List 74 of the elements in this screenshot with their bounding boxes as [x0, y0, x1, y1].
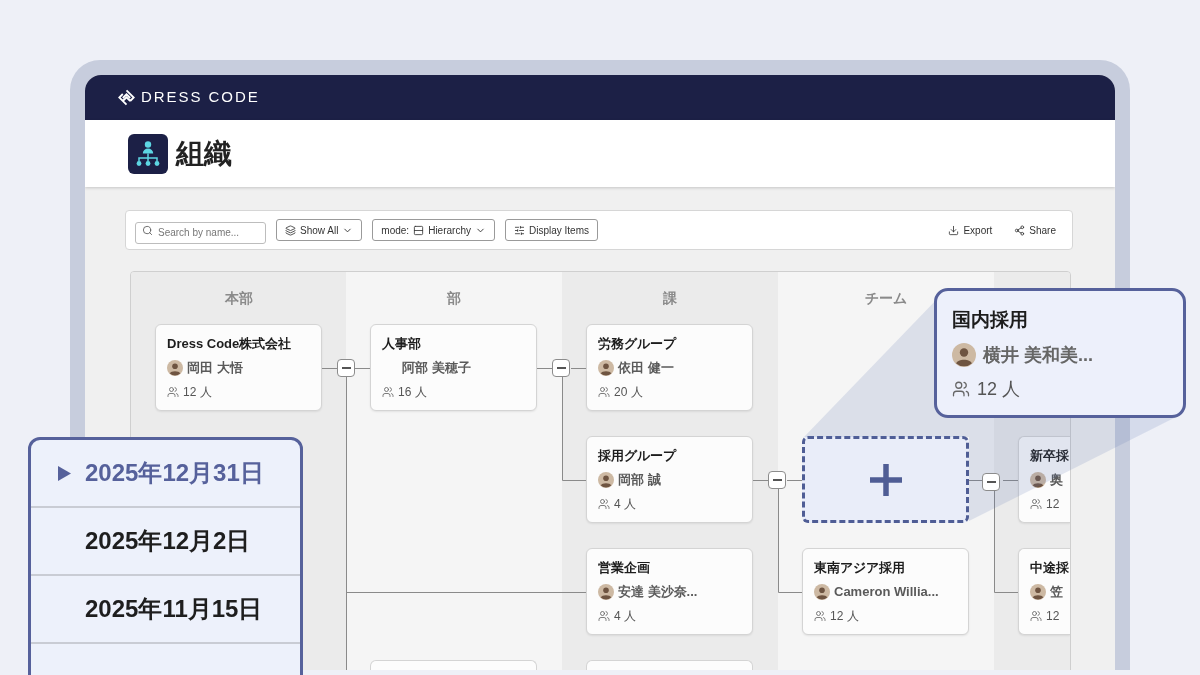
member-count: 12 — [1046, 496, 1060, 512]
level-header: 部 — [447, 288, 461, 308]
manager-name: 岡田 大悟 — [187, 360, 243, 376]
people-icon — [1030, 610, 1042, 622]
logo-icon — [118, 89, 135, 106]
date-item[interactable]: 2025年11月15日 — [31, 576, 300, 644]
sliders-icon — [513, 224, 525, 236]
people-icon — [952, 380, 970, 398]
people-icon — [598, 610, 610, 622]
page-title: 組織 — [176, 136, 232, 171]
download-icon — [948, 224, 960, 236]
minus-icon — [341, 367, 351, 369]
manager-name: 阿部 美穂子 — [402, 360, 471, 376]
people-icon — [382, 386, 394, 398]
display-items-button[interactable]: Display Items — [504, 219, 598, 241]
org-unit-card[interactable]: 営業企画 安達 美沙奈... 4 人 — [586, 548, 753, 635]
unit-name: Dress Code株式会社 — [167, 336, 293, 352]
collapse-toggle[interactable] — [337, 359, 355, 377]
member-count: 4 人 — [614, 608, 636, 624]
filter-dropdown[interactable]: Show All — [276, 219, 363, 241]
member-count: 12 人 — [977, 378, 1021, 401]
org-unit-card[interactable]: 東南アジア採用 Cameron Willia... 12 人 — [802, 548, 969, 635]
unit-name: 採用グループ — [598, 448, 678, 464]
people-icon — [814, 610, 826, 622]
member-count: 16 人 — [398, 384, 427, 400]
level-header: 課 — [663, 288, 677, 308]
export-button[interactable]: Export — [948, 222, 993, 238]
minus-icon — [556, 367, 566, 369]
share-button[interactable]: Share — [1014, 222, 1056, 238]
rows-icon — [413, 224, 425, 236]
date-item[interactable]: 2025年12月31日 — [31, 440, 300, 508]
manager-name: 安達 美沙奈... — [618, 584, 698, 600]
date-item[interactable]: 2025年12月2日 — [31, 508, 300, 576]
level-header: チーム — [865, 288, 907, 308]
member-count: 12 — [1046, 608, 1060, 624]
people-icon — [167, 386, 179, 398]
manager-name: 笠 — [1050, 584, 1063, 600]
unit-name: 営業企画 — [598, 560, 651, 576]
member-count: 12 人 — [183, 384, 212, 400]
org-unit-card[interactable]: 新卒採 奥 12 — [1018, 436, 1070, 523]
org-unit-card[interactable]: 労務グループ 依田 健一 20 人 — [586, 324, 753, 411]
unit-name: 中途採 — [1030, 560, 1070, 576]
member-count: 12 人 — [830, 608, 859, 624]
collapse-toggle[interactable] — [768, 471, 786, 489]
view-mode-dropdown[interactable]: mode: Hierarchy — [372, 219, 495, 241]
manager-name: 奥 — [1050, 472, 1063, 488]
unit-name: 国内採用 — [952, 308, 1029, 332]
people-icon — [598, 498, 610, 510]
share-icon — [1014, 224, 1026, 236]
minus-icon — [986, 481, 996, 483]
people-icon — [1030, 498, 1042, 510]
collapse-toggle[interactable] — [552, 359, 570, 377]
search-icon — [142, 224, 153, 236]
unit-name: 労務グループ — [598, 336, 678, 352]
brand-name: DRESS CODE — [141, 87, 260, 108]
minus-icon — [772, 479, 782, 481]
plus-icon — [869, 463, 902, 496]
unit-name: 人事部 — [382, 336, 422, 352]
manager-name: 岡部 誠 — [618, 472, 661, 488]
triangle-marker-icon — [58, 465, 71, 481]
manager-name: Cameron Willia... — [834, 584, 939, 600]
collapse-toggle[interactable] — [982, 473, 1000, 491]
member-count: 4 人 — [614, 496, 636, 512]
member-count: 20 人 — [614, 384, 643, 400]
unit-name: 新卒採 — [1030, 448, 1070, 464]
search-field[interactable]: Search by name... — [135, 221, 266, 244]
org-unit-card[interactable]: 中途採 笠 12 — [1018, 548, 1070, 635]
unit-name: 東南アジア採用 — [814, 560, 906, 576]
manager-name: 依田 健一 — [618, 360, 674, 376]
people-icon — [598, 386, 610, 398]
level-header: 本部 — [224, 288, 253, 308]
org-chart-icon — [128, 133, 168, 174]
layers-icon — [285, 224, 296, 236]
manager-name: 横井 美和美... — [983, 344, 1093, 367]
